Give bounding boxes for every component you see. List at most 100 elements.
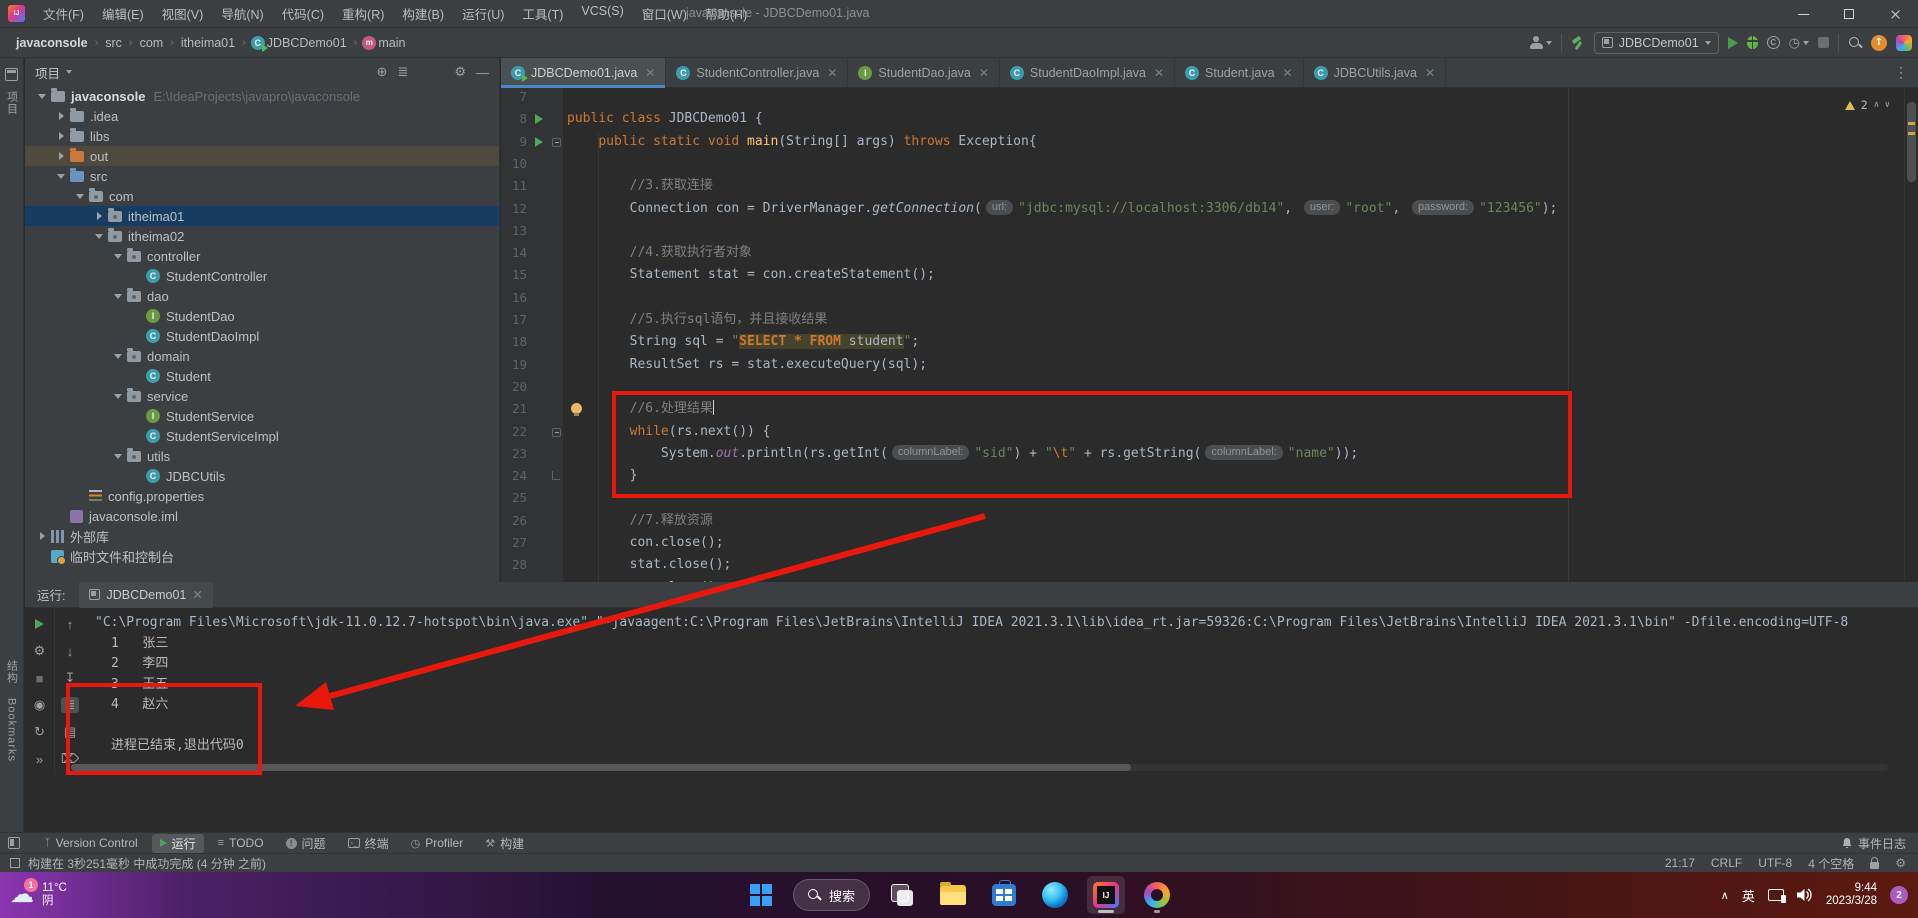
tree-item-javaconsole.iml[interactable]: javaconsole.iml	[25, 506, 499, 526]
console-horizontal-scrollbar[interactable]	[71, 764, 1888, 771]
cast-icon[interactable]	[1768, 889, 1784, 901]
maximize-button[interactable]	[1826, 0, 1872, 28]
coverage-button[interactable]: C	[1767, 36, 1780, 49]
tree-item-Student[interactable]: CStudent	[25, 366, 499, 386]
chevron-right-icon[interactable]	[33, 532, 51, 540]
tab-StudentDao.java[interactable]: IStudentDao.java✕	[848, 58, 1000, 87]
ime-indicator[interactable]: 英	[1742, 886, 1755, 905]
code-line-25[interactable]: 25	[501, 487, 1902, 509]
code-line-11[interactable]: 11 //3.获取连接	[501, 175, 1902, 197]
run-panel-tab[interactable]: JDBCDemo01 ✕	[79, 582, 212, 608]
close-icon[interactable]: ✕	[192, 587, 202, 602]
code-line-15[interactable]: 15 Statement stat = con.createStatement(…	[501, 264, 1902, 286]
stop-icon[interactable]: ■	[31, 670, 49, 686]
hidden-icons-chevron[interactable]: ∧	[1721, 889, 1729, 902]
print-icon[interactable]: ▤	[61, 724, 79, 740]
chevron-down-icon[interactable]	[109, 454, 127, 459]
chevron-down-icon[interactable]	[109, 354, 127, 359]
more-icon[interactable]: »	[31, 751, 49, 767]
microsoft-store-button[interactable]	[985, 876, 1023, 914]
toolwindow-button-TODO[interactable]: ≡TODO	[210, 835, 272, 851]
code-line-28[interactable]: 28 stat.close();	[501, 554, 1902, 576]
run-gutter-icon[interactable]	[535, 114, 543, 124]
chevron-right-icon[interactable]	[52, 112, 70, 120]
inspections-widget[interactable]: 2 ∧ ∨	[1845, 94, 1890, 116]
tree-item-out[interactable]: out	[25, 146, 499, 166]
breadcrumb-item[interactable]: itheima01	[179, 36, 237, 50]
down-icon[interactable]: ↓	[61, 643, 79, 659]
tool-window-switcher-icon[interactable]	[8, 837, 20, 849]
tree-item-domain[interactable]: domain	[25, 346, 499, 366]
tree-item-itheima02[interactable]: itheima02	[25, 226, 499, 246]
tree-item-StudentDao[interactable]: IStudentDao	[25, 306, 499, 326]
notification-badge[interactable]: 2	[1890, 886, 1908, 904]
chevron-down-icon[interactable]	[33, 94, 51, 99]
code-with-me-button[interactable]	[1530, 36, 1552, 49]
code-line-26[interactable]: 26 //7.释放资源	[501, 510, 1902, 532]
stripe-label-project[interactable]: 项目	[4, 91, 20, 115]
code-line-16[interactable]: 16	[501, 287, 1902, 309]
breadcrumb-item[interactable]: main	[376, 36, 407, 50]
tab-close-icon[interactable]: ✕	[1154, 66, 1164, 80]
stripe-label-bookmarks[interactable]: Bookmarks	[6, 698, 18, 762]
tree-item-StudentServiceImpl[interactable]: CStudentServiceImpl	[25, 426, 499, 446]
build-hammer-icon[interactable]	[1571, 36, 1585, 50]
menu-item[interactable]: 代码(C)	[274, 1, 332, 26]
encoding[interactable]: UTF-8	[1758, 856, 1792, 870]
tree-item-dao[interactable]: dao	[25, 286, 499, 306]
tree-item-外部库[interactable]: 外部库	[25, 526, 499, 546]
tree-item-StudentController[interactable]: CStudentController	[25, 266, 499, 286]
menu-item[interactable]: 导航(N)	[213, 1, 271, 26]
taskbar-clock[interactable]: 9:44 2023/3/28	[1826, 882, 1877, 908]
menu-item[interactable]: 重构(R)	[334, 1, 392, 26]
chevron-down-icon[interactable]	[90, 234, 108, 239]
tab-JDBCUtils.java[interactable]: CJDBCUtils.java✕	[1304, 58, 1446, 87]
code-line-9[interactable]: 9 public static void main(String[] args)…	[501, 131, 1902, 153]
minimize-button[interactable]	[1780, 0, 1826, 28]
editor-scrollbar-thumb[interactable]	[1907, 102, 1916, 182]
tree-item-controller[interactable]: controller	[25, 246, 499, 266]
tab-close-icon[interactable]: ✕	[645, 66, 655, 80]
fold-icon[interactable]	[552, 138, 561, 147]
chevron-right-icon[interactable]	[52, 132, 70, 140]
code-line-10[interactable]: 10	[501, 153, 1902, 175]
event-log-button[interactable]: 事件日志	[1842, 835, 1918, 852]
snapshot-icon[interactable]: ◉	[31, 697, 49, 713]
toolwindow-button-构建[interactable]: ⚒构建	[477, 834, 532, 853]
code-line-18[interactable]: 18 String sql = "SELECT * FROM student";	[501, 331, 1902, 353]
chevron-down-icon[interactable]	[109, 254, 127, 259]
color-app-button[interactable]	[1138, 876, 1176, 914]
gear-icon[interactable]: ⚙	[454, 64, 466, 80]
tab-close-icon[interactable]: ✕	[1283, 66, 1293, 80]
code-line-7[interactable]: 7	[501, 88, 1902, 108]
code-editor[interactable]: 78public class JDBCDemo01 {9 public stat…	[501, 88, 1918, 640]
code-line-21[interactable]: 21 //6.处理结果	[501, 398, 1902, 420]
code-line-13[interactable]: 13	[501, 220, 1902, 242]
code-line-22[interactable]: 22 while(rs.next()) {	[501, 421, 1902, 443]
hide-panel-icon[interactable]: —	[476, 65, 489, 80]
start-button[interactable]	[742, 876, 780, 914]
code-line-24[interactable]: 24 }	[501, 465, 1902, 487]
locate-file-icon[interactable]: ⊕	[377, 64, 388, 80]
breadcrumb-item[interactable]: com	[138, 36, 166, 50]
debug-button[interactable]	[1747, 36, 1758, 49]
error-stripe[interactable]	[1904, 88, 1918, 640]
caret-position[interactable]: 21:17	[1665, 856, 1695, 870]
intellij-taskbar-button[interactable]: IJ	[1087, 876, 1125, 914]
code-line-14[interactable]: 14 //4.获取执行者对象	[501, 242, 1902, 264]
restore-icon[interactable]: ↻	[31, 724, 49, 740]
toolwindow-button-终端[interactable]: ›_终端	[340, 834, 397, 853]
tab-close-icon[interactable]: ✕	[827, 66, 837, 80]
file-explorer-button[interactable]	[934, 876, 972, 914]
fold-icon[interactable]	[552, 428, 561, 437]
settings-icon[interactable]: ⚙	[31, 643, 49, 659]
gear-icon[interactable]: ⚙	[1895, 856, 1906, 870]
indent-setting[interactable]: 4 个空格	[1808, 855, 1854, 872]
tree-item-service[interactable]: service	[25, 386, 499, 406]
breadcrumb-item[interactable]: JDBCDemo01	[265, 36, 349, 50]
breadcrumb-item[interactable]: javaconsole	[14, 36, 90, 50]
tab-StudentDaoImpl.java[interactable]: CStudentDaoImpl.java✕	[1000, 58, 1175, 87]
speaker-icon[interactable]	[1797, 888, 1813, 902]
profiler-button[interactable]: ◷	[1789, 36, 1809, 49]
tree-item-临时文件和控制台[interactable]: 临时文件和控制台	[25, 546, 499, 566]
